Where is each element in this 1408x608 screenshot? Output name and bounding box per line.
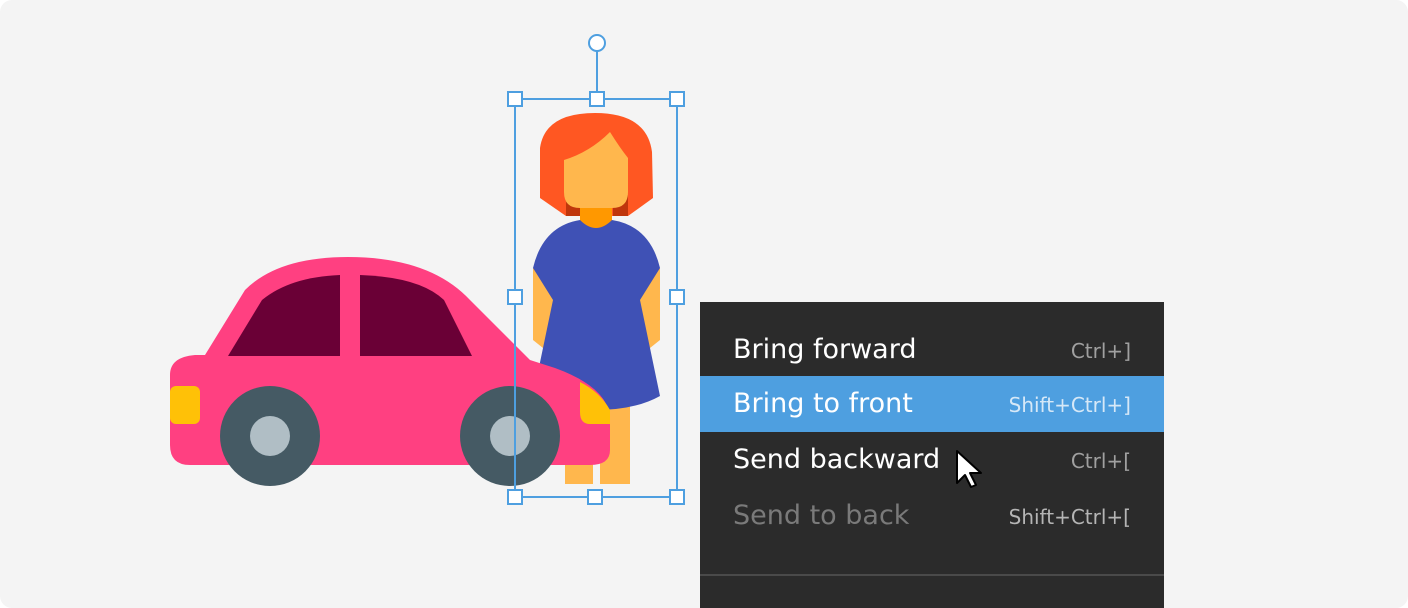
mouse-pointer-icon bbox=[956, 450, 982, 488]
menu-item-label: Bring to front bbox=[733, 388, 913, 419]
menu-item-shortcut: Ctrl+[ bbox=[1070, 449, 1131, 473]
resize-handle-top-left[interactable] bbox=[507, 91, 523, 107]
menu-item-send-to-back: Send to back Shift+Ctrl+[ bbox=[700, 488, 1164, 544]
car-tail-light bbox=[170, 386, 200, 424]
menu-item-bring-to-front[interactable]: Bring to front Shift+Ctrl+] bbox=[700, 376, 1164, 432]
menu-item-label: Bring forward bbox=[733, 334, 917, 365]
menu-item-send-backward[interactable]: Send backward Ctrl+[ bbox=[700, 432, 1164, 488]
resize-handle-bottom-left[interactable] bbox=[507, 489, 523, 505]
resize-handle-right[interactable] bbox=[669, 289, 685, 305]
resize-handle-left[interactable] bbox=[507, 289, 523, 305]
menu-item-shortcut: Ctrl+] bbox=[1070, 339, 1131, 363]
menu-item-shortcut: Shift+Ctrl+[ bbox=[1008, 505, 1131, 529]
menu-item-bring-forward[interactable]: Bring forward Ctrl+] bbox=[700, 322, 1164, 378]
car-rear-hubcap bbox=[250, 416, 290, 456]
rotation-handle[interactable] bbox=[588, 34, 606, 52]
resize-handle-bottom[interactable] bbox=[587, 489, 603, 505]
resize-handle-top-right[interactable] bbox=[669, 91, 685, 107]
resize-handle-bottom-right[interactable] bbox=[669, 489, 685, 505]
menu-item-shortcut: Shift+Ctrl+] bbox=[1008, 393, 1131, 417]
menu-item-label: Send to back bbox=[733, 500, 910, 531]
context-menu: Bring forward Ctrl+] Bring to front Shif… bbox=[700, 302, 1164, 608]
car-front-hubcap bbox=[490, 416, 530, 456]
resize-handle-top[interactable] bbox=[589, 91, 605, 107]
menu-item-label: Send backward bbox=[733, 444, 941, 475]
design-canvas[interactable]: Bring forward Ctrl+] Bring to front Shif… bbox=[0, 0, 1408, 608]
menu-separator bbox=[700, 574, 1164, 576]
